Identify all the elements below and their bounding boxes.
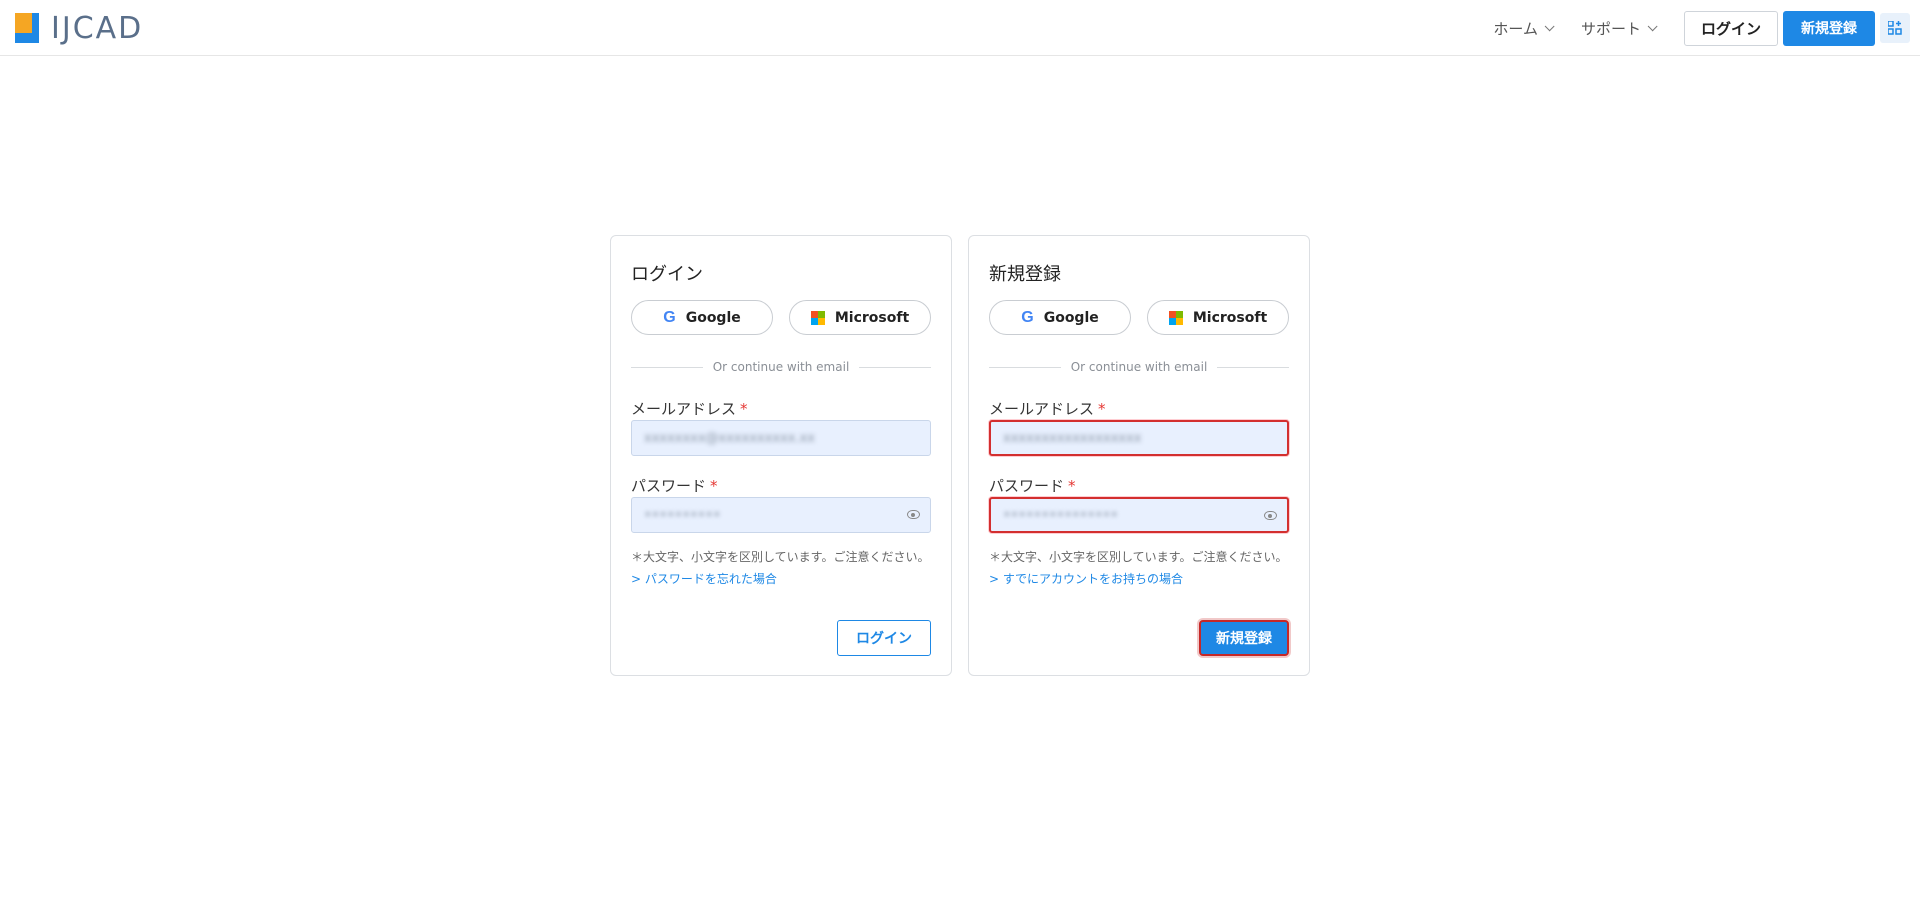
register-email-input[interactable]: xxxxxxxxxxxxxxxxxx xyxy=(989,420,1289,456)
case-note: ＊大文字、小文字を区別しています。ご注意ください。 xyxy=(631,550,930,564)
login-submit-button[interactable]: ログイン xyxy=(837,620,931,656)
microsoft-login-button[interactable]: Microsoft xyxy=(789,300,931,335)
existing-account-link[interactable]: > すでにアカウントをお持ちの場合 xyxy=(989,570,1183,587)
header-login-button[interactable]: ログイン xyxy=(1683,10,1778,46)
eye-icon[interactable] xyxy=(907,510,920,519)
logo-text: IJCAD xyxy=(51,10,144,46)
chevron-down-icon xyxy=(1544,20,1555,31)
chevron-down-icon xyxy=(1647,20,1658,31)
email-divider: Or continue with email xyxy=(989,360,1289,374)
password-label: パスワード * xyxy=(989,477,1076,495)
case-note: ＊大文字、小文字を区別しています。ご注意ください。 xyxy=(989,550,1288,564)
microsoft-icon xyxy=(810,310,825,325)
top-header: IJCAD ホーム サポート ログイン 新規登録 xyxy=(0,0,1920,56)
login-card-title: ログイン xyxy=(631,264,703,285)
email-divider: Or continue with email xyxy=(631,360,931,374)
microsoft-icon xyxy=(1168,310,1183,325)
apps-grid-button[interactable] xyxy=(1880,13,1910,43)
ijcad-logo[interactable]: IJCAD xyxy=(15,10,144,46)
header-register-button[interactable]: 新規登録 xyxy=(1783,10,1875,46)
login-card: ログイン G Google Microsoft Or continue with… xyxy=(610,235,952,676)
google-icon: G xyxy=(663,308,676,326)
email-label: メールアドレス * xyxy=(631,400,748,418)
google-icon: G xyxy=(1021,308,1034,326)
microsoft-register-button[interactable]: Microsoft xyxy=(1147,300,1289,335)
register-card: 新規登録 G Google Microsoft Or continue with… xyxy=(968,235,1310,676)
password-label: パスワード * xyxy=(631,477,718,495)
login-password-input[interactable]: •••••••••• xyxy=(631,497,931,533)
nav-home[interactable]: ホーム xyxy=(1493,18,1555,39)
register-card-title: 新規登録 xyxy=(989,264,1061,285)
register-password-input[interactable]: ••••••••••••••• xyxy=(989,497,1289,533)
email-label: メールアドレス * xyxy=(989,400,1106,418)
apps-grid-icon xyxy=(1888,21,1902,35)
nav-support[interactable]: サポート xyxy=(1581,18,1658,39)
eye-icon[interactable] xyxy=(1264,511,1277,520)
google-register-button[interactable]: G Google xyxy=(989,300,1131,335)
forgot-password-link[interactable]: > パスワードを忘れた場合 xyxy=(631,570,777,587)
top-nav: ホーム サポート ログイン 新規登録 xyxy=(1493,10,1910,46)
login-email-input[interactable]: xxxxxxxx@xxxxxxxxxx.xx xyxy=(631,420,931,456)
ijcad-logo-icon xyxy=(15,13,39,43)
register-submit-button[interactable]: 新規登録 xyxy=(1199,620,1289,656)
google-login-button[interactable]: G Google xyxy=(631,300,773,335)
